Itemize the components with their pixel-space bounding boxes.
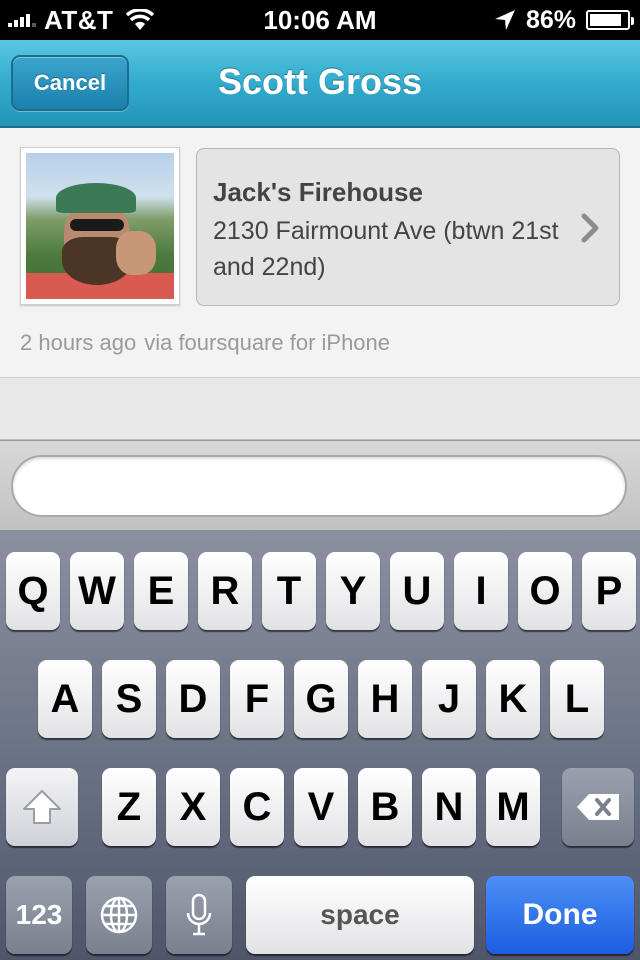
globe-icon — [100, 896, 138, 934]
microphone-icon — [186, 893, 212, 936]
keyboard: Q W E R T Y U I O P A S D F G H J K L Z … — [0, 530, 640, 960]
globe-key[interactable] — [86, 876, 152, 954]
battery-icon — [586, 10, 634, 30]
done-button[interactable]: Done — [486, 876, 634, 954]
venue-name: Jack's Firehouse — [213, 177, 423, 207]
checkin-source: via foursquare for iPhone — [144, 330, 391, 355]
battery-percent: 86% — [525, 5, 576, 34]
key-l[interactable]: L — [550, 660, 604, 738]
backspace-icon — [577, 794, 619, 820]
page-title: Scott Gross — [217, 61, 423, 102]
key-h[interactable]: H — [358, 660, 412, 738]
key-o[interactable]: O — [518, 552, 572, 630]
shift-key[interactable] — [6, 768, 78, 846]
time-ago: 2 hours ago — [20, 330, 137, 355]
key-d[interactable]: D — [166, 660, 220, 738]
key-e[interactable]: E — [134, 552, 188, 630]
key-g[interactable]: G — [294, 660, 348, 738]
key-z[interactable]: Z — [102, 768, 156, 846]
key-p[interactable]: P — [582, 552, 636, 630]
venue-address: 2130 Fairmount Ave (btwn 21st and 22nd) — [213, 217, 559, 281]
avatar[interactable] — [20, 147, 180, 305]
status-right: 86% — [494, 4, 634, 36]
location-arrow-icon — [494, 10, 515, 30]
chevron-right-icon — [581, 213, 599, 243]
key-t[interactable]: T — [262, 552, 316, 630]
checkin-detail: Jack's Firehouse 2130 Fairmount Ave (btw… — [0, 128, 640, 378]
key-a[interactable]: A — [38, 660, 92, 738]
key-x[interactable]: X — [166, 768, 220, 846]
backspace-key[interactable] — [562, 768, 634, 846]
key-i[interactable]: I — [454, 552, 508, 630]
key-w[interactable]: W — [70, 552, 124, 630]
venue-card[interactable]: Jack's Firehouse 2130 Fairmount Ave (btw… — [196, 148, 620, 306]
comment-input[interactable] — [11, 455, 627, 517]
key-c[interactable]: C — [230, 768, 284, 846]
key-s[interactable]: S — [102, 660, 156, 738]
space-key[interactable]: space — [246, 876, 474, 954]
key-m[interactable]: M — [486, 768, 540, 846]
key-k[interactable]: K — [486, 660, 540, 738]
key-u[interactable]: U — [390, 552, 444, 630]
shift-arrow-icon — [23, 790, 61, 824]
numbers-key[interactable]: 123 — [6, 876, 72, 954]
key-b[interactable]: B — [358, 768, 412, 846]
cancel-button[interactable]: Cancel — [11, 55, 129, 111]
microphone-key[interactable] — [166, 876, 232, 954]
key-q[interactable]: Q — [6, 552, 60, 630]
key-y[interactable]: Y — [326, 552, 380, 630]
user-photo — [26, 153, 174, 299]
navigation-bar: Cancel Scott Gross — [0, 40, 640, 128]
key-j[interactable]: J — [422, 660, 476, 738]
key-r[interactable]: R — [198, 552, 252, 630]
comments-area — [0, 378, 640, 440]
battery-fill — [590, 14, 621, 26]
status-bar: AT&T 10:06 AM 86% — [0, 0, 640, 40]
key-f[interactable]: F — [230, 660, 284, 738]
key-v[interactable]: V — [294, 768, 348, 846]
key-n[interactable]: N — [422, 768, 476, 846]
checkin-meta: 2 hours ago via foursquare for iPhone — [20, 330, 390, 356]
comment-bar — [0, 440, 640, 530]
